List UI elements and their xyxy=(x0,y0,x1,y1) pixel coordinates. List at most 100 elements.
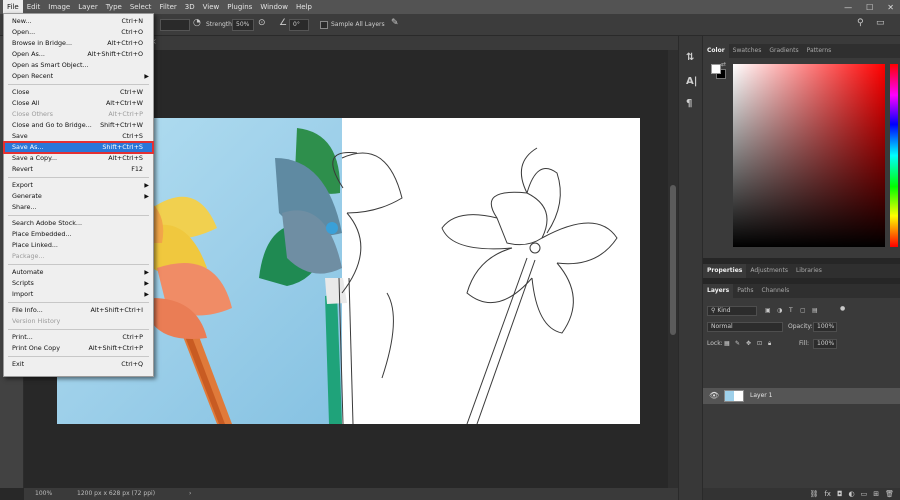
hue-slider[interactable] xyxy=(890,64,898,247)
foreground-color-swatch[interactable] xyxy=(711,64,721,74)
lock-position-icon[interactable]: ✥ xyxy=(746,339,751,349)
tab-paths[interactable]: Paths xyxy=(733,284,757,298)
workspace-icon[interactable]: ▭ xyxy=(876,18,885,28)
new-group-icon[interactable]: ▭ xyxy=(861,488,868,500)
menu-image[interactable]: Image xyxy=(44,0,74,14)
mode-select[interactable] xyxy=(160,19,190,31)
filter-type-icon[interactable]: T xyxy=(789,306,793,316)
menu-filter[interactable]: Filter xyxy=(155,0,180,14)
file-menu-item-save-a-copy[interactable]: Save a Copy... Alt+Ctrl+S xyxy=(4,153,153,164)
file-menu-item-save[interactable]: Save Ctrl+S xyxy=(4,131,153,142)
tab-channels[interactable]: Channels xyxy=(758,284,794,298)
search-icon[interactable]: ⚲ xyxy=(857,18,864,28)
file-menu-item-automate[interactable]: Automate ▶ xyxy=(4,267,153,278)
sample-all-layers-checkbox[interactable] xyxy=(320,21,328,29)
angle-input[interactable]: 0° xyxy=(289,19,309,31)
blend-mode-select[interactable]: Normal xyxy=(707,322,783,332)
filter-smart-object-icon[interactable]: ▤ xyxy=(812,306,818,316)
lock-image-icon[interactable]: ✎ xyxy=(735,339,740,349)
file-menu-item-open[interactable]: Open... Ctrl+O xyxy=(4,27,153,38)
new-layer-icon[interactable]: ⊞ xyxy=(873,488,879,500)
file-menu-item-open-recent[interactable]: Open Recent ▶ xyxy=(4,71,153,82)
menu-window[interactable]: Window xyxy=(256,0,292,14)
file-menu-item-generate[interactable]: Generate ▶ xyxy=(4,191,153,202)
close-icon[interactable]: ✕ xyxy=(887,3,894,12)
file-menu-item-place-embedded[interactable]: Place Embedded... xyxy=(4,229,153,240)
menu-edit[interactable]: Edit xyxy=(23,0,45,14)
file-menu-item-new[interactable]: New... Ctrl+N xyxy=(4,16,153,27)
file-menu-item-open-as-smart-object[interactable]: Open as Smart Object... xyxy=(4,60,153,71)
file-menu-item-close-all[interactable]: Close All Alt+Ctrl+W xyxy=(4,98,153,109)
file-menu-item-place-linked[interactable]: Place Linked... xyxy=(4,240,153,251)
menu-item-label: Automate xyxy=(12,268,44,276)
swap-colors-icon[interactable]: ⇄ xyxy=(721,61,726,68)
adjustment-layer-icon[interactable]: ◐ xyxy=(849,488,855,500)
tab-properties[interactable]: Properties xyxy=(703,264,747,278)
brush-settings-icon[interactable]: ✎ xyxy=(391,18,399,28)
file-menu-item-import[interactable]: Import ▶ xyxy=(4,289,153,300)
menu-item-shortcut: F12 xyxy=(131,165,143,173)
scrollbar-thumb[interactable] xyxy=(670,185,676,335)
opacity-label: Opacity: xyxy=(788,323,813,330)
tab-gradients[interactable]: Gradients xyxy=(765,44,802,58)
file-menu-item-print-one-copy[interactable]: Print One Copy Alt+Shift+Ctrl+P xyxy=(4,343,153,354)
libraries-icon[interactable]: ⇅ xyxy=(686,52,694,63)
layer-style-icon[interactable]: fx xyxy=(824,488,831,500)
file-menu-item-scripts[interactable]: Scripts ▶ xyxy=(4,278,153,289)
filter-shape-icon[interactable]: ▢ xyxy=(800,306,806,316)
zoom-level[interactable]: 100% xyxy=(35,488,52,500)
file-menu-item-search-adobe-stock[interactable]: Search Adobe Stock... xyxy=(4,218,153,229)
layer-filter-select[interactable]: ⚲ Kind xyxy=(707,306,757,316)
tab-color[interactable]: Color xyxy=(703,44,729,58)
status-menu-chevron-icon[interactable]: › xyxy=(189,488,191,500)
layer-row[interactable]: 👁︎ Layer 1 xyxy=(703,388,900,404)
tab-libraries[interactable]: Libraries xyxy=(792,264,826,278)
menu-layer[interactable]: Layer xyxy=(74,0,102,14)
filter-pixel-icon[interactable]: ▣ xyxy=(765,306,771,316)
menu-file[interactable]: File xyxy=(3,0,23,14)
trash-icon[interactable]: 🗑︎ xyxy=(885,488,894,500)
file-menu-item-exit[interactable]: Exit Ctrl+Q xyxy=(4,359,153,370)
file-menu-item-close[interactable]: Close Ctrl+W xyxy=(4,87,153,98)
menu-view[interactable]: View xyxy=(199,0,224,14)
angle-icon[interactable]: ∠ xyxy=(279,18,287,28)
saturation-brightness-picker[interactable] xyxy=(733,64,885,247)
file-menu-item-open-as[interactable]: Open As... Alt+Shift+Ctrl+O xyxy=(4,49,153,60)
menu-plugins[interactable]: Plugins xyxy=(223,0,256,14)
tab-patterns[interactable]: Patterns xyxy=(803,44,836,58)
menu-type[interactable]: Type xyxy=(102,0,126,14)
pressure-icon[interactable]: ◔ xyxy=(193,18,201,28)
maximize-icon[interactable]: ☐ xyxy=(866,3,873,12)
menu-select[interactable]: Select xyxy=(126,0,156,14)
filter-adjustment-icon[interactable]: ◑ xyxy=(777,306,782,316)
opacity-input[interactable]: 100% xyxy=(813,322,837,332)
minimize-icon[interactable]: — xyxy=(844,3,852,12)
link-layers-icon[interactable]: ⛓ xyxy=(809,488,818,500)
tab-layers[interactable]: Layers xyxy=(703,284,734,298)
file-menu-item-file-info[interactable]: File Info... Alt+Shift+Ctrl+I xyxy=(4,305,153,316)
tab-swatches[interactable]: Swatches xyxy=(729,44,766,58)
pen-pressure-icon[interactable]: ⊙ xyxy=(258,18,266,28)
menu-3d[interactable]: 3D xyxy=(181,0,199,14)
lock-transparent-icon[interactable]: ▦ xyxy=(724,339,730,349)
strength-input[interactable]: 50% xyxy=(232,19,254,31)
file-menu-item-revert[interactable]: Revert F12 xyxy=(4,164,153,175)
filter-toggle-icon[interactable]: ● xyxy=(840,304,845,314)
file-menu-item-save-as[interactable]: Save As... Shift+Ctrl+S xyxy=(3,141,154,154)
layer-name[interactable]: Layer 1 xyxy=(750,388,772,404)
file-menu-item-share[interactable]: Share... xyxy=(4,202,153,213)
canvas-vertical-scrollbar[interactable] xyxy=(668,50,678,488)
character-icon[interactable]: A| xyxy=(686,76,697,87)
lock-all-icon[interactable]: 🔒︎ xyxy=(768,339,771,349)
fill-input[interactable]: 100% xyxy=(813,339,837,349)
file-menu-item-export[interactable]: Export ▶ xyxy=(4,180,153,191)
file-menu-item-browse-in-bridge[interactable]: Browse in Bridge... Alt+Ctrl+O xyxy=(4,38,153,49)
paragraph-icon[interactable]: ¶ xyxy=(686,98,692,109)
file-menu-item-close-and-go-to-bridge[interactable]: Close and Go to Bridge... Shift+Ctrl+W xyxy=(4,120,153,131)
menu-help[interactable]: Help xyxy=(292,0,316,14)
visibility-eye-icon[interactable]: 👁︎ xyxy=(709,388,719,404)
layer-mask-icon[interactable]: ◘ xyxy=(837,488,843,500)
tab-adjustments[interactable]: Adjustments xyxy=(746,264,792,278)
file-menu-item-print[interactable]: Print... Ctrl+P xyxy=(4,332,153,343)
lock-artboard-icon[interactable]: ⊡ xyxy=(757,339,762,349)
